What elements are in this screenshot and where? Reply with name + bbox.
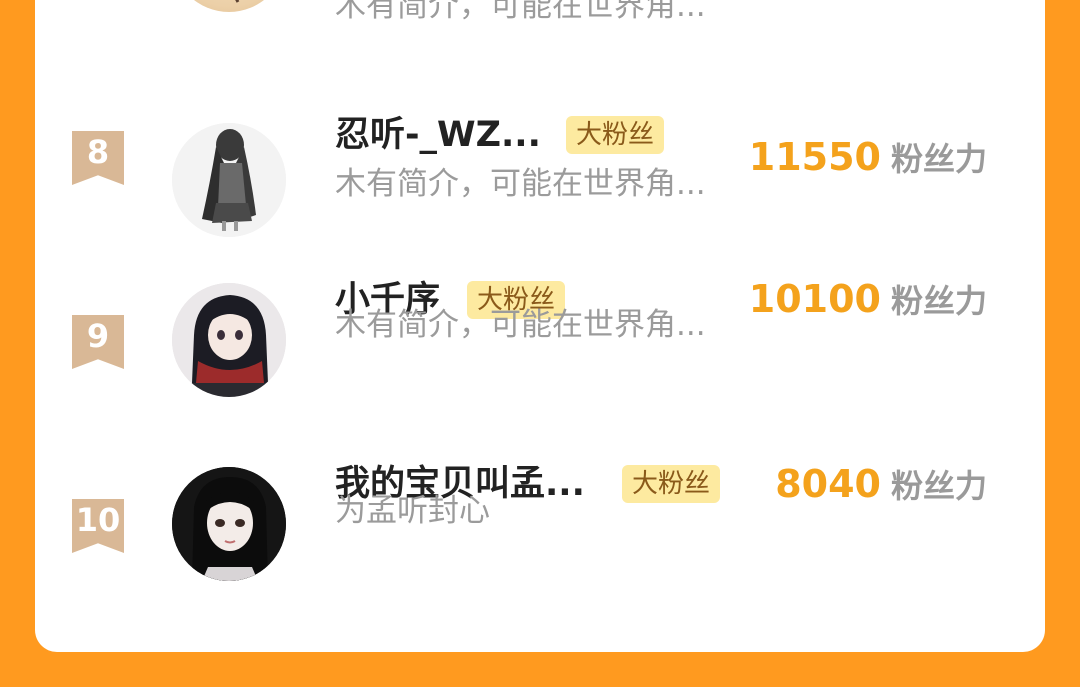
list-item[interactable]: 9 小千序 大粉丝 木有简介，可能在世界角... 10100 粉丝力 (35, 277, 1045, 413)
score-group: 8040 粉丝力 (775, 462, 987, 514)
fan-badge: 大粉丝 (566, 116, 665, 154)
bio: 木有简介，可能在世界角... (335, 166, 706, 202)
score-label: 粉丝力 (890, 282, 987, 320)
bio: 木有简介，可能在世界角... (335, 307, 706, 343)
fan-score: 10100 (748, 277, 881, 321)
bio: 为孟听封心 (335, 493, 490, 529)
avatar[interactable] (172, 283, 286, 397)
score-group: 10100 粉丝力 (749, 277, 987, 329)
user-name[interactable]: 忍听-_WZ... (335, 113, 541, 157)
bio: 木有简介，可能在世界角... (335, 0, 706, 24)
fan-score: 11550 (748, 135, 881, 179)
score-label: 粉丝力 (890, 140, 987, 178)
avatar[interactable] (172, 467, 286, 581)
avatar[interactable] (172, 123, 286, 237)
fan-score: 8040 (775, 462, 881, 506)
rank-number: 9 (86, 317, 110, 355)
avatar-partial-icon (235, 0, 240, 3)
list-item[interactable]: 8 忍听-_WZ... 大粉丝 木有简介，可能在世界角... 11550 粉丝力 (35, 115, 1045, 253)
rank-number: 8 (86, 133, 110, 171)
avatar-girl-scarf-icon (172, 283, 286, 397)
list-item[interactable]: 木有简介，可能在世界角... (35, 0, 1045, 28)
score-group: 11550 粉丝力 (749, 135, 987, 187)
avatar-girl-gray-icon (172, 123, 286, 237)
rank-number: 10 (75, 501, 121, 539)
avatar[interactable] (172, 0, 286, 12)
avatar-girl-dark-icon (172, 467, 286, 581)
fan-badge: 大粉丝 (622, 465, 721, 503)
leaderboard-card: 木有简介，可能在世界角... 8 忍听-_WZ... 大粉丝 木有简介，可能在世… (35, 0, 1045, 652)
list-item[interactable]: 10 我的宝贝叫孟... 大粉丝 为孟听封心 8040 粉丝力 (35, 462, 1045, 597)
score-label: 粉丝力 (890, 467, 987, 505)
